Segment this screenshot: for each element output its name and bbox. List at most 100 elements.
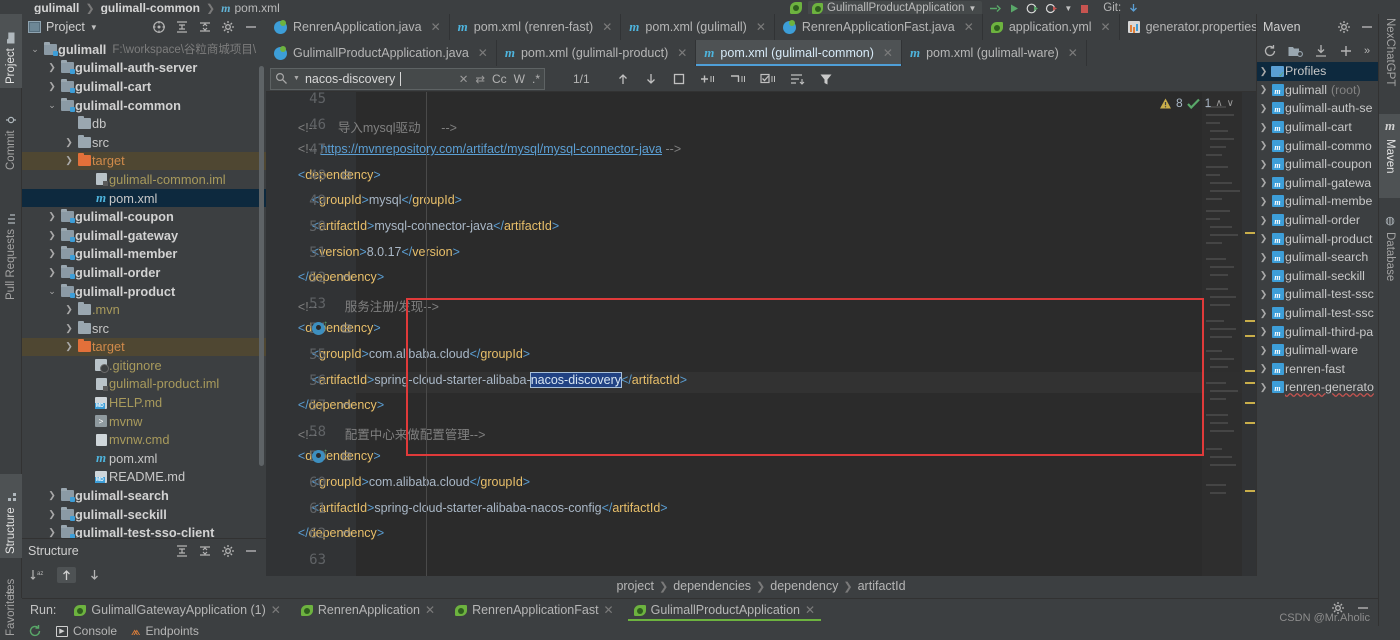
minimize-icon[interactable] (244, 544, 258, 558)
chevron-right-icon[interactable]: ❯ (62, 341, 76, 352)
stop-icon[interactable] (1078, 2, 1091, 15)
project-tree-row[interactable]: m pom.xml (22, 449, 266, 468)
editor-tab[interactable]: m pom.xml (gulimall-product) ✕ (497, 40, 697, 66)
chevron-right-icon[interactable]: ❯ (45, 509, 59, 520)
run-tab[interactable]: RenrenApplication ✕ (291, 599, 445, 621)
sidebar-item-database[interactable]: ◍ Database (1379, 210, 1400, 300)
maven-tree-row[interactable]: ❯ m gulimall-commo (1257, 136, 1378, 155)
editor-breadcrumb-item-dependency[interactable]: dependency (770, 579, 838, 593)
project-tree-row[interactable]: ⌄ gulimall F:\workspace\谷粒商城项目\ (22, 40, 266, 59)
code-line[interactable]: <!-- https://mvnrepository.com/artifact/… (284, 142, 681, 156)
close-icon[interactable]: ✕ (478, 46, 488, 60)
collapse-all-icon[interactable] (198, 20, 212, 34)
minimize-icon[interactable] (1360, 20, 1374, 34)
maven-tree-row[interactable]: ❯ m renren-generato (1257, 378, 1378, 397)
project-panel-title-group[interactable]: Project ▼ (28, 20, 98, 34)
editor-tab-row-1[interactable]: RenrenApplication.java ✕ m pom.xml (renren-… (266, 14, 1286, 40)
editor-breadcrumb-item-artifactid[interactable]: artifactId (858, 579, 906, 593)
chevron-right-icon[interactable]: ❯ (1257, 308, 1270, 319)
run-tab[interactable]: GulimallGatewayApplication (1) ✕ (64, 599, 290, 621)
maven-tree-row[interactable]: ❯ m gulimall-auth-se (1257, 99, 1378, 118)
code-line[interactable]: <artifactId>spring-cloud-starter-alibaba… (284, 501, 668, 515)
rerun-icon[interactable] (28, 624, 42, 638)
fold-end-icon[interactable] (342, 527, 356, 540)
chevron-right-icon[interactable]: ❯ (1257, 345, 1270, 356)
chevron-right-icon[interactable]: ❯ (1257, 103, 1270, 114)
chevron-right-icon[interactable]: ❯ (1257, 196, 1270, 207)
show-ancestors-icon[interactable] (57, 567, 76, 583)
chevron-right-icon[interactable]: ❯ (1257, 289, 1270, 300)
chevron-right-icon[interactable]: ❯ (1257, 84, 1270, 95)
select-all-occurrences-icon[interactable] (672, 72, 686, 86)
project-tree-row[interactable]: gulimall-common.iml (22, 170, 266, 189)
chevron-right-icon[interactable]: ❯ (1257, 382, 1270, 393)
chevron-right-icon[interactable]: ❯ (45, 62, 59, 73)
chevron-right-icon[interactable]: ❯ (1257, 66, 1270, 77)
maven-tree-row[interactable]: ❯ m gulimall-test-ssc (1257, 285, 1378, 304)
breadcrumb-item-file[interactable]: pom.xml (234, 1, 279, 15)
next-match-icon[interactable] (644, 72, 658, 86)
match-case-option[interactable]: Cc (492, 72, 507, 86)
regex-option[interactable]: .* (532, 72, 540, 86)
reload-icon[interactable] (1263, 44, 1277, 58)
close-icon[interactable]: ✕ (677, 46, 687, 60)
more-icon[interactable]: » (1364, 45, 1370, 57)
project-tree-row[interactable]: m pom.xml (22, 188, 266, 208)
filter-icon[interactable] (819, 72, 833, 86)
chevron-down-icon[interactable]: ⌄ (45, 100, 59, 111)
project-tree-row[interactable]: ❯ target (22, 337, 266, 357)
chevron-down-icon[interactable]: ∨ (1227, 98, 1234, 109)
run-configuration-tabs[interactable]: Run: GulimallGatewayApplication (1) ✕ Renr… (22, 599, 1378, 621)
remove-selection-icon[interactable] (730, 72, 746, 86)
prev-match-icon[interactable] (616, 72, 630, 86)
project-tree-row[interactable]: ❯ src (22, 319, 266, 338)
editor-warning-stripe[interactable] (1242, 92, 1256, 576)
chevron-right-icon[interactable]: ❯ (62, 323, 76, 334)
run-tab[interactable]: GulimallProductApplication ✕ (624, 599, 825, 621)
project-tree-row[interactable]: gulimall-product.iml (22, 375, 266, 394)
maven-tree-row[interactable]: ❯ m gulimall-coupon (1257, 155, 1378, 174)
tab-endpoints[interactable]: ⩕ Endpoints (131, 624, 199, 639)
maven-tree-row[interactable]: ❯ m gulimall-membe (1257, 192, 1378, 211)
editor-tab[interactable]: m pom.xml (renren-fast) ✕ (450, 14, 622, 40)
project-tree-row[interactable]: ❯ gulimall-search (22, 486, 266, 505)
sidebar-item-favorites-bottom[interactable]: Favorites (0, 589, 22, 640)
editor-tab[interactable]: m pom.xml (gulimall-common) ✕ (696, 40, 902, 66)
chevron-right-icon[interactable]: ❯ (1257, 270, 1270, 281)
maven-tree-row[interactable]: ❯ m gulimall-product (1257, 229, 1378, 248)
chevron-right-icon[interactable]: ❯ (1257, 122, 1270, 133)
chevron-right-icon[interactable]: ❯ (45, 230, 59, 241)
chevron-up-icon[interactable]: ∧ (1215, 98, 1222, 109)
chevron-right-icon[interactable]: ❯ (1257, 215, 1270, 226)
project-tree-row[interactable]: ❯ gulimall-cart (22, 77, 266, 96)
chevron-right-icon[interactable]: ❯ (1257, 363, 1270, 374)
whole-words-option[interactable]: W (514, 72, 525, 86)
gear-icon[interactable] (221, 20, 235, 34)
editor-breadcrumb-item-dependencies[interactable]: dependencies (673, 579, 751, 593)
editor-breadcrumb-item-project[interactable]: project (616, 579, 654, 593)
project-tree-row[interactable]: ❯ gulimall-test-sso-client (22, 523, 266, 538)
run-sub-tabs[interactable]: ▶ Console ⩕ Endpoints (22, 621, 1378, 640)
close-icon[interactable]: ✕ (756, 20, 766, 34)
project-tree-row[interactable]: ❯ .mvn (22, 300, 266, 319)
close-icon[interactable]: ✕ (1101, 20, 1111, 34)
close-icon[interactable]: ✕ (805, 603, 815, 617)
chevron-right-icon[interactable]: ❯ (62, 304, 76, 315)
minimize-icon[interactable] (244, 20, 258, 34)
maven-tree-row[interactable]: ❯ m gulimall (root) (1257, 81, 1378, 100)
chevron-right-icon[interactable]: ❯ (62, 137, 76, 148)
project-tree-row[interactable]: ❯ gulimall-auth-server (22, 59, 266, 78)
expand-all-icon[interactable] (175, 544, 189, 558)
search-history-icon[interactable]: ⇄ (475, 72, 485, 86)
close-icon[interactable]: ✕ (602, 20, 612, 34)
run-config-selector[interactable]: GulimallProductApplication ▼ (808, 1, 983, 15)
add-icon[interactable] (1339, 44, 1353, 58)
collapse-all-icon[interactable] (198, 544, 212, 558)
add-selection-icon[interactable] (700, 72, 716, 86)
gear-icon[interactable] (221, 544, 235, 558)
maven-tree-row[interactable]: ❯ m gulimall-gatewa (1257, 174, 1378, 193)
maven-tree-row[interactable]: ❯ m gulimall-third-pa (1257, 322, 1378, 341)
chevron-right-icon[interactable]: ❯ (45, 267, 59, 278)
run-icon[interactable] (1007, 2, 1020, 15)
fold-end-icon[interactable] (342, 399, 356, 412)
